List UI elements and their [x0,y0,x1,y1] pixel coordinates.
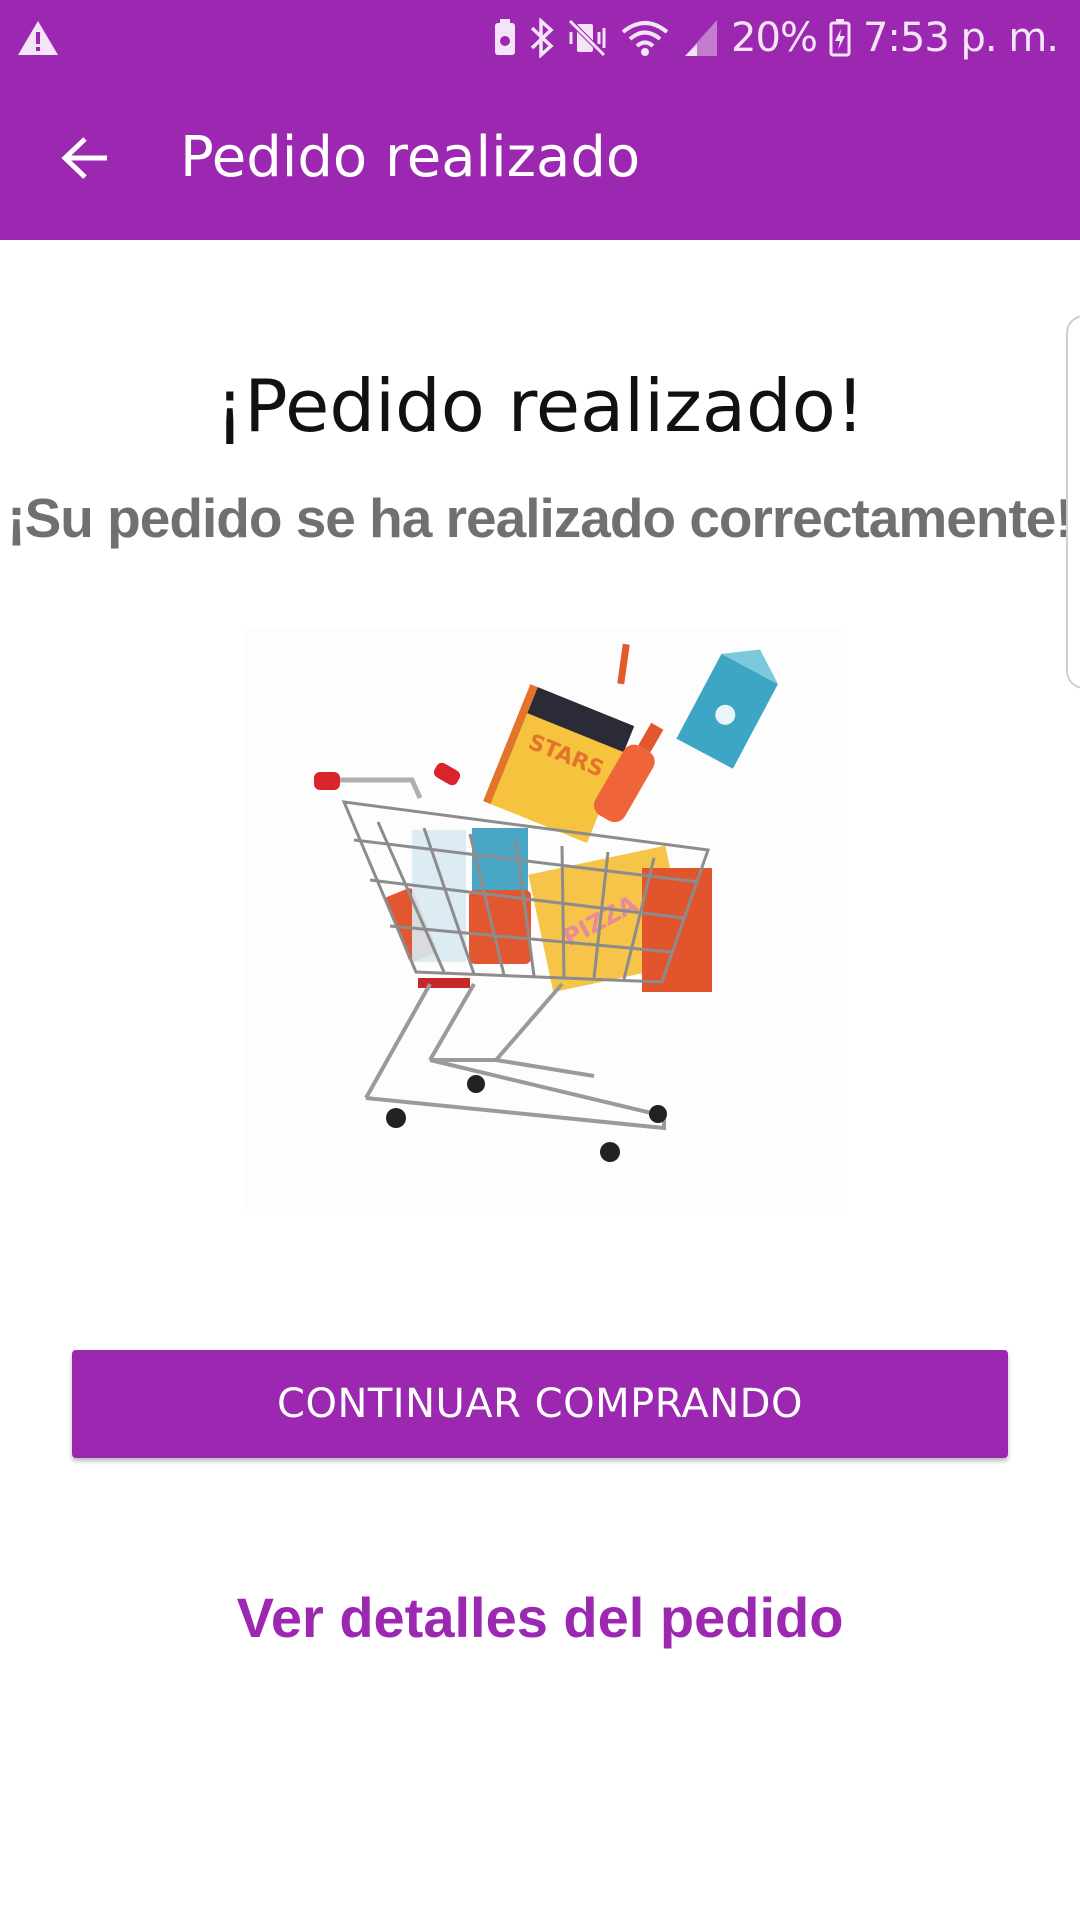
app-bar-title: Pedido realizado [180,125,641,190]
straw-item [617,643,630,685]
order-confirmation-screen: 20% 7:53 p. m. Pedido realizado ¡Pedido … [0,0,1080,1920]
wifi-icon [621,21,669,56]
back-button[interactable] [40,120,130,196]
mute-icon [568,19,606,57]
confirmation-message: ¡Su pedido se ha realizado correctamente… [7,487,1073,549]
cart-handle-grip [314,772,340,790]
milk-carton-item [676,649,778,769]
bluetooth-icon [530,18,554,58]
status-bar: 20% 7:53 p. m. [0,0,1080,76]
cart-frame [364,982,666,1131]
edge-panel-handle[interactable] [1066,315,1080,689]
arrow-left-icon [61,137,107,179]
battery-icon [829,19,851,57]
cart-wheel [467,1075,485,1093]
status-icons: 20% 7:53 p. m. [493,10,1059,66]
shopping-cart-illustration: STARS PIZZA [244,628,842,1214]
battery-percentage: 20% [731,15,818,61]
orange-box-item [642,868,712,992]
clock: 7:53 p. m. [862,15,1059,61]
warning-icon [18,21,58,55]
signal-icon [685,20,718,56]
confirmation-headline: ¡Pedido realizado! [215,364,865,448]
view-order-details-link[interactable]: Ver detalles del pedido [0,1580,1080,1656]
cart-wheel [649,1105,667,1123]
continue-shopping-button[interactable]: CONTINUAR COMPRANDO [72,1350,1008,1458]
app-bar: Pedido realizado [0,76,1080,240]
storage-icon [495,19,516,55]
cart-wheel [600,1142,620,1162]
cart-wheel [386,1108,406,1128]
